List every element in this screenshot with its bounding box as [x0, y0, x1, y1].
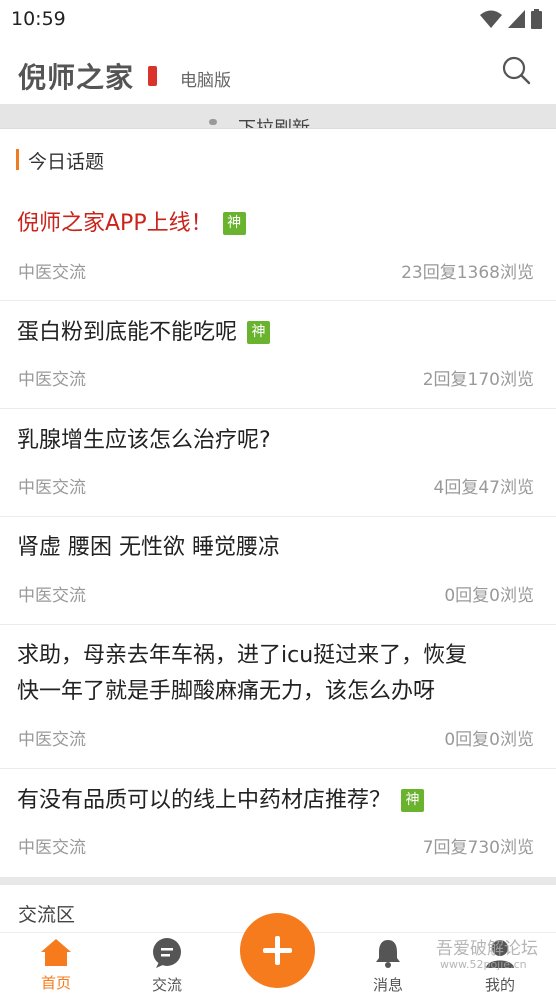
post-category: 中医交流 [18, 478, 86, 498]
hot-badge: 神 [222, 212, 246, 235]
section-title: 今日话题 [28, 151, 105, 173]
logo-seal [148, 66, 157, 86]
refresh-arrow-icon [209, 119, 217, 125]
chat-icon [153, 938, 181, 968]
tab-messages[interactable]: 消息 [358, 938, 418, 995]
app-header: 倪师之家 电脑版 [0, 38, 556, 105]
post-stats: 0回复0浏览 [444, 730, 534, 750]
post-category: 中医交流 [18, 263, 86, 283]
list-item[interactable]: 求助，母亲去年车祸，进了icu挺过来了，恢复 快一年了就是手脚酸麻痛无力，该怎么… [0, 625, 556, 769]
post-stats: 0回复0浏览 [444, 586, 534, 606]
status-icons [480, 9, 542, 29]
list-item[interactable]: 肾虚 腰困 无性欲 睡觉腰凉 中医交流 0回复0浏览 [0, 517, 556, 625]
forum-watermark: 吾爱破解论坛 [436, 939, 538, 959]
desktop-version-link[interactable]: 电脑版 [180, 66, 231, 91]
hot-badge: 神 [247, 321, 271, 344]
forum-watermark-url: www.52pojie.cn [440, 958, 527, 971]
list-item[interactable]: 乳腺增生应该怎么治疗呢? 中医交流 4回复47浏览 [0, 409, 556, 517]
post-title[interactable]: 有没有品质可以的线上中药材店推荐？神 [17, 783, 425, 819]
post-title[interactable]: 蛋白粉到底能不能吃呢神 [17, 315, 271, 351]
post-stats: 2回复170浏览 [422, 370, 534, 390]
post-stats: 4回复47浏览 [433, 478, 534, 498]
post-category: 中医交流 [18, 838, 86, 858]
status-bar: 10:59 [0, 0, 556, 38]
home-icon [41, 939, 71, 966]
tab-home[interactable]: 首页 [26, 938, 86, 993]
post-title[interactable]: 肾虚 腰困 无性欲 睡觉腰凉 [17, 530, 280, 566]
wifi-icon [480, 10, 502, 28]
section-accent-bar [16, 149, 19, 170]
search-icon[interactable] [501, 55, 531, 85]
app-logo: 倪师之家 [18, 61, 135, 94]
list-item[interactable]: 蛋白粉到底能不能吃呢神 中医交流 2回复170浏览 [0, 301, 556, 409]
list-item[interactable]: 有没有品质可以的线上中药材店推荐？神 中医交流 7回复730浏览 [0, 769, 556, 876]
hot-badge: 神 [401, 789, 425, 812]
battery-icon [531, 9, 542, 29]
pull-to-refresh: 下拉刷新 [0, 104, 556, 128]
post-title[interactable]: 乳腺增生应该怎么治疗呢? [17, 423, 271, 459]
add-post-button[interactable] [240, 913, 315, 988]
tab-home-label: 首页 [40, 974, 71, 992]
post-title-line-1[interactable]: 求助，母亲去年车祸，进了icu挺过来了，恢复 [17, 638, 467, 674]
status-time: 10:59 [11, 8, 66, 30]
list-item[interactable]: 倪师之家APP上线！神 中医交流 23回复1368浏览 [0, 190, 556, 301]
post-stats: 23回复1368浏览 [401, 263, 534, 283]
post-category: 中医交流 [18, 730, 86, 750]
section-header-today-topics: 今日话题 [0, 128, 556, 191]
post-title[interactable]: 倪师之家APP上线！神 [17, 206, 246, 242]
tab-discussion-label: 交流 [151, 976, 182, 994]
signal-icon [508, 10, 525, 28]
tab-messages-label: 消息 [372, 976, 403, 994]
refresh-text: 下拉刷新 [238, 114, 310, 128]
post-category: 中医交流 [18, 370, 86, 390]
tab-discussion[interactable]: 交流 [137, 938, 197, 995]
post-stats: 7回复730浏览 [422, 838, 534, 858]
zone-section-title: 交流区 [18, 904, 76, 926]
section-divider [0, 877, 556, 885]
post-category: 中医交流 [18, 586, 86, 606]
bell-icon [376, 940, 400, 968]
post-title-line-2[interactable]: 快一年了就是手脚酸麻痛无力，该怎么办呀 [17, 674, 435, 710]
tab-mine-label: 我的 [484, 976, 515, 994]
